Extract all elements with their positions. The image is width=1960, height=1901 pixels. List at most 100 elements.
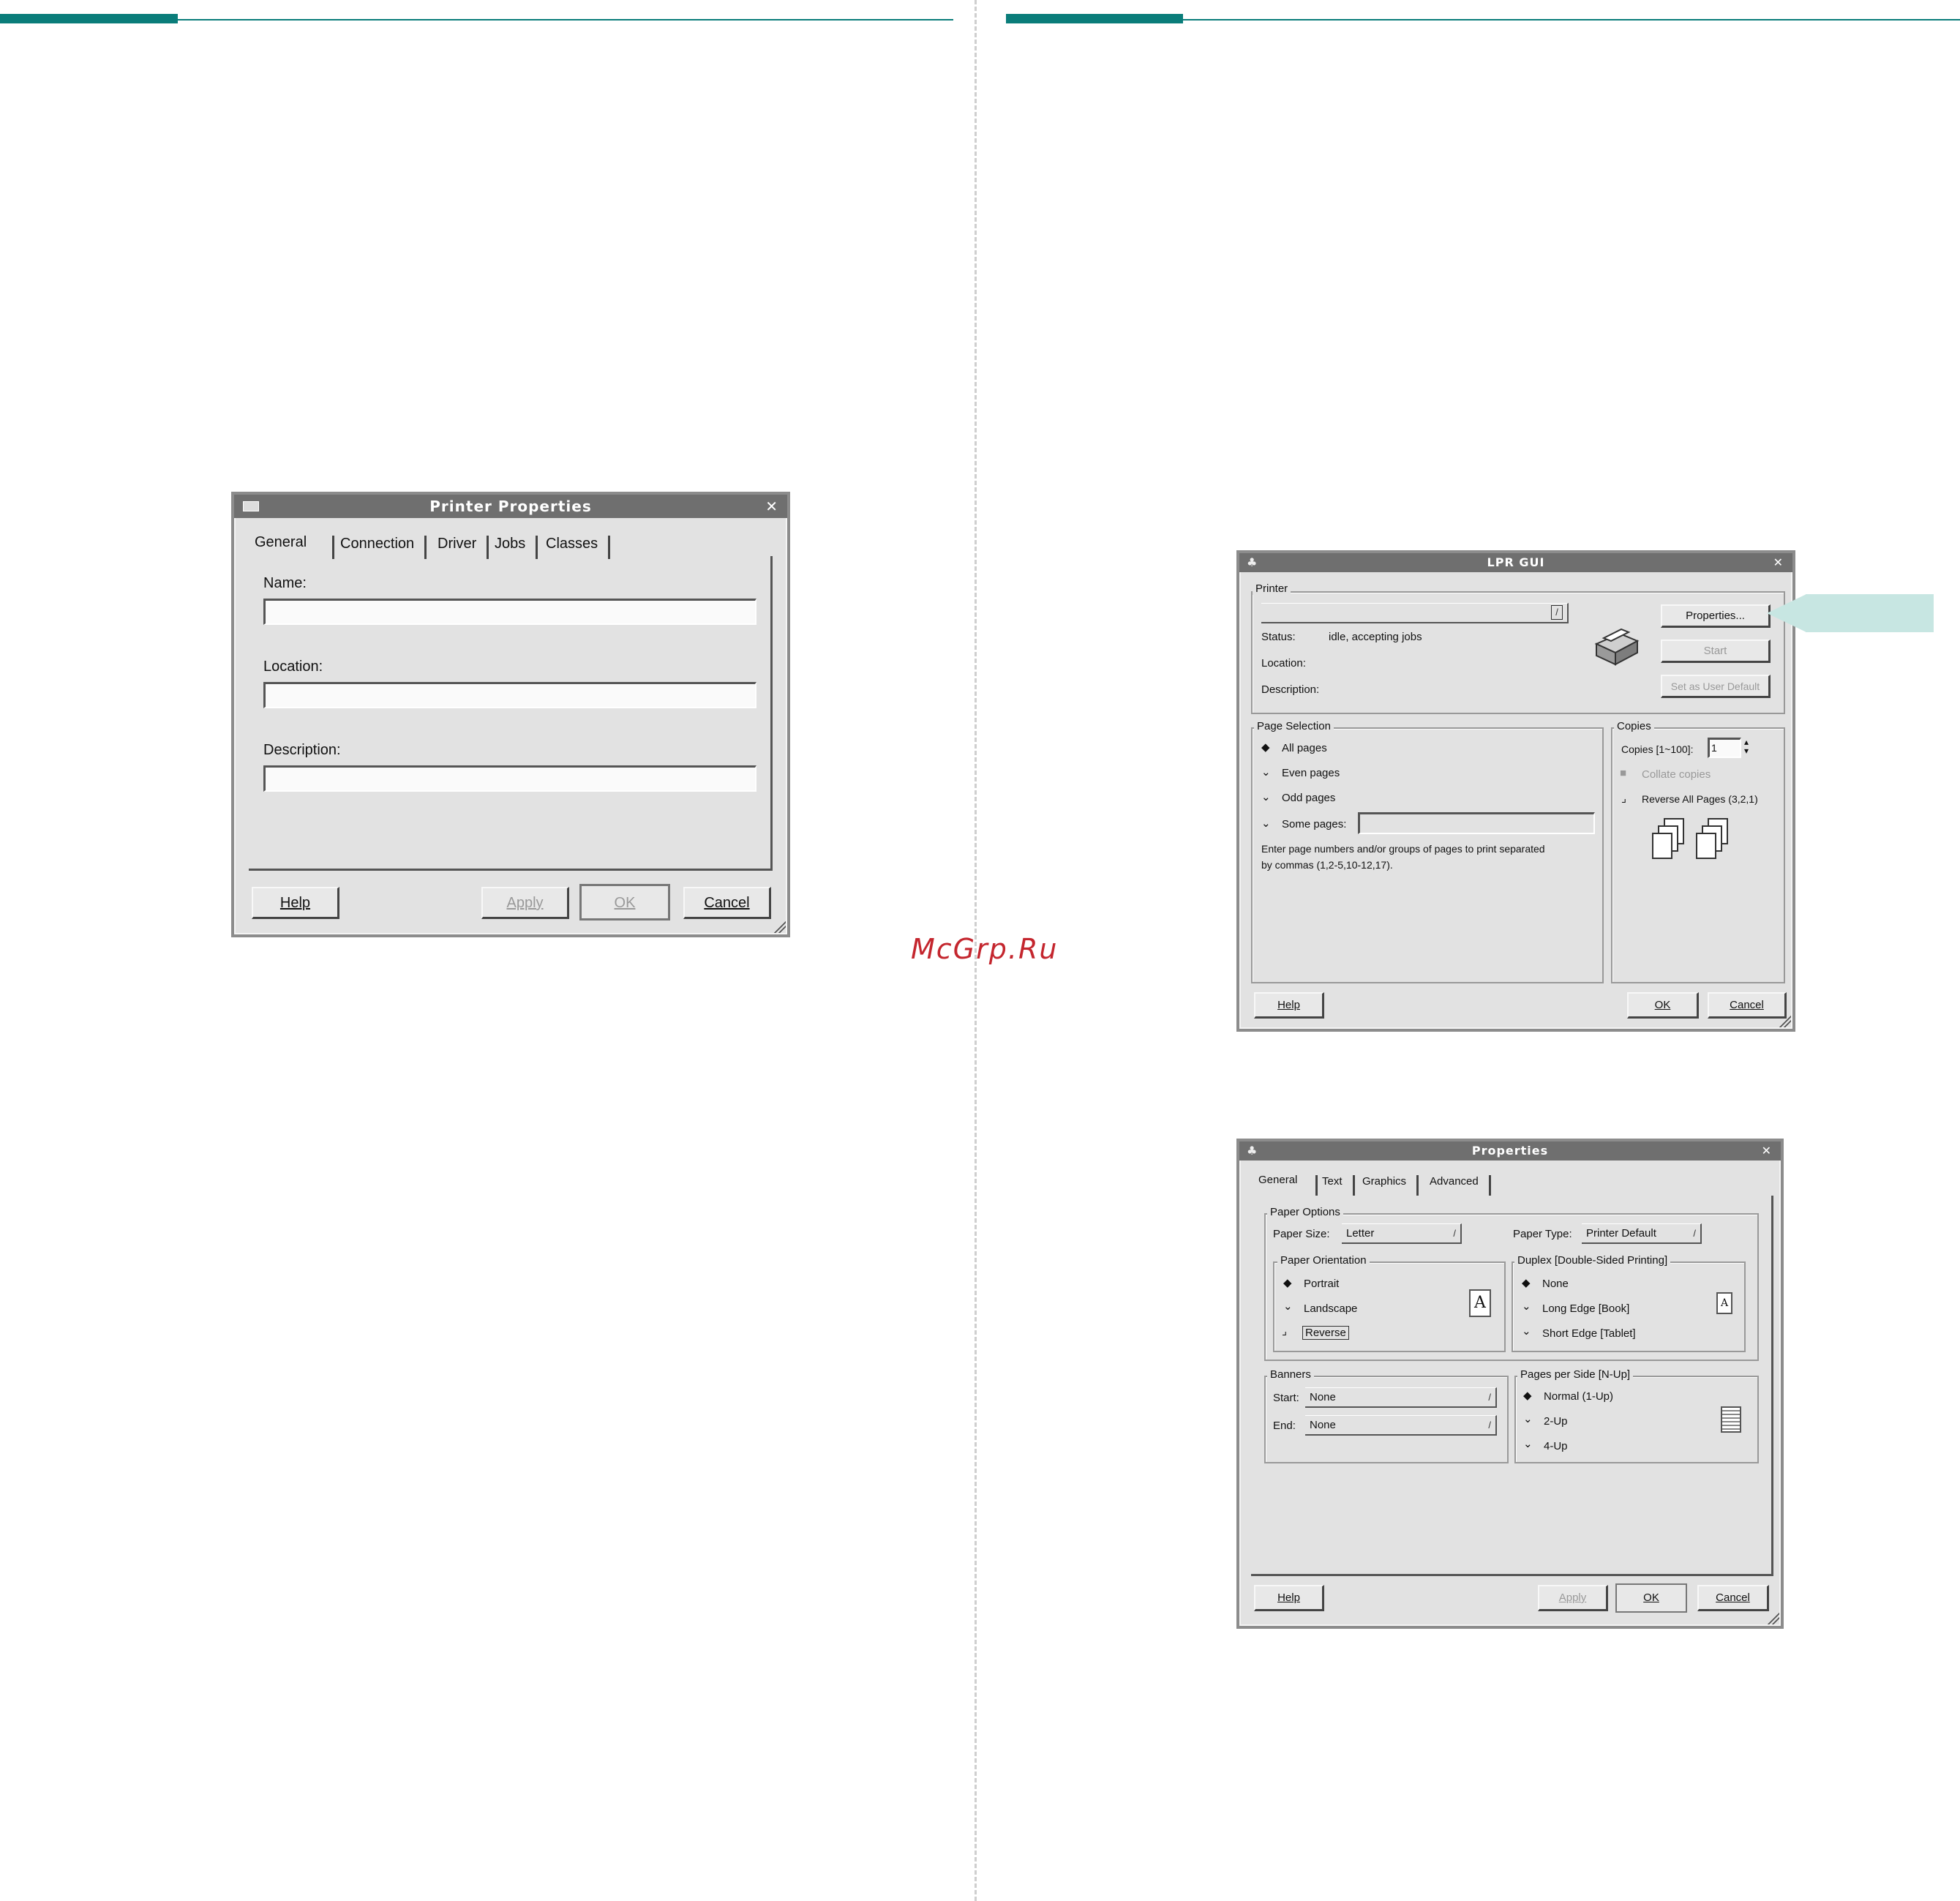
copies-label: Copies [1~100]: xyxy=(1621,743,1694,755)
tab-advanced-label: Advanced xyxy=(1430,1175,1479,1188)
help-button[interactable]: Help xyxy=(1254,1585,1324,1611)
tab-general[interactable]: General xyxy=(1258,1174,1307,1186)
ok-button[interactable]: OK xyxy=(579,884,670,920)
ok-button[interactable]: OK xyxy=(1615,1583,1687,1613)
description-label: Description: xyxy=(1261,683,1320,696)
some-pages-field[interactable] xyxy=(1358,812,1595,834)
header-accent-left xyxy=(0,14,178,23)
nup-page-icon xyxy=(1721,1406,1741,1433)
help-button-label: Help xyxy=(1277,1591,1300,1604)
cancel-button[interactable]: Cancel xyxy=(683,887,771,919)
collate-checkbox-icon[interactable]: ■ xyxy=(1620,767,1626,779)
close-icon[interactable]: ✕ xyxy=(1773,553,1784,572)
even-pages-radio-icon[interactable]: ⌄ xyxy=(1261,765,1271,779)
start-label: Start: xyxy=(1273,1392,1299,1404)
tab-graphics[interactable]: Graphics xyxy=(1358,1175,1419,1196)
copies-spinner[interactable]: 1 xyxy=(1708,738,1741,758)
ok-button-label: OK xyxy=(1643,1591,1659,1604)
cancel-button[interactable]: Cancel xyxy=(1697,1585,1769,1611)
help-button-label: Help xyxy=(1277,999,1300,1011)
resize-grip-icon[interactable] xyxy=(1766,1611,1779,1624)
window-menu-icon[interactable] xyxy=(243,501,259,511)
reverse-label: Reverse All Pages (3,2,1) xyxy=(1642,793,1758,805)
copies-value: 1 xyxy=(1711,742,1717,754)
banner-end-select[interactable]: None / xyxy=(1305,1415,1497,1436)
tab-bar: General Connection Driver Jobs Classes xyxy=(244,530,771,559)
location-label: Location: xyxy=(263,659,323,675)
page-selection-group xyxy=(1251,727,1604,983)
cancel-button[interactable]: Cancel xyxy=(1708,992,1787,1019)
start-button[interactable]: Start xyxy=(1661,640,1771,663)
properties-button[interactable]: Properties... xyxy=(1661,604,1771,628)
properties-window: ♣ Properties ✕ General Text Graphics Adv… xyxy=(1236,1139,1784,1629)
paper-type-select[interactable]: Printer Default / xyxy=(1582,1223,1702,1244)
apply-button[interactable]: Apply xyxy=(481,887,569,919)
tab-general[interactable]: General xyxy=(255,534,317,551)
printer-icon xyxy=(1594,628,1640,666)
duplex-none-label: None xyxy=(1542,1278,1569,1290)
help-button[interactable]: Help xyxy=(1254,992,1324,1019)
printer-select[interactable]: / xyxy=(1261,603,1569,623)
two-up-radio-icon[interactable]: ⌄ xyxy=(1523,1412,1533,1425)
tab-text[interactable]: Text xyxy=(1315,1175,1355,1196)
title-bar: Printer Properties ✕ xyxy=(234,495,787,518)
reverse-label: Reverse xyxy=(1302,1326,1349,1340)
ok-button[interactable]: OK xyxy=(1627,992,1699,1019)
combo-arrow-icon: / xyxy=(1693,1228,1696,1239)
status-label: Status: xyxy=(1261,631,1296,643)
header-rule-left xyxy=(178,19,953,20)
combo-arrow-icon: / xyxy=(1488,1420,1491,1431)
portrait-page-letter: A xyxy=(1474,1294,1486,1312)
paper-size-select[interactable]: Letter / xyxy=(1342,1223,1462,1244)
combo-arrow-icon: / xyxy=(1488,1392,1491,1403)
location-label: Location: xyxy=(1261,657,1306,670)
combo-arrow-icon: / xyxy=(1453,1228,1456,1239)
spin-arrow-icon[interactable]: ▴ ▾ xyxy=(1744,738,1749,755)
window-title: Properties xyxy=(1471,1144,1549,1158)
collate-label: Collate copies xyxy=(1642,768,1711,781)
some-pages-radio-icon[interactable]: ⌄ xyxy=(1261,817,1271,830)
help-button-label: Help xyxy=(279,895,311,911)
help-button[interactable]: Help xyxy=(252,887,339,919)
duplex-group-label: Duplex [Double-Sided Printing] xyxy=(1514,1254,1671,1267)
lpr-gui-window: ♣ LPR GUI ✕ Printer / Status: idle, acce… xyxy=(1236,550,1795,1032)
banners-group-label: Banners xyxy=(1267,1368,1314,1381)
reverse-checkbox-icon[interactable]: ⌟ xyxy=(1621,792,1626,805)
apply-button[interactable]: Apply xyxy=(1538,1585,1608,1611)
short-edge-radio-icon[interactable]: ⌄ xyxy=(1522,1324,1531,1338)
all-pages-radio-icon[interactable]: ◆ xyxy=(1261,740,1270,754)
tab-advanced[interactable]: Advanced xyxy=(1425,1175,1491,1196)
two-up-label: 2-Up xyxy=(1544,1415,1568,1428)
title-bar: ♣ Properties ✕ xyxy=(1239,1141,1781,1161)
duplex-page-icon: A xyxy=(1716,1292,1732,1314)
long-edge-radio-icon[interactable]: ⌄ xyxy=(1522,1300,1531,1313)
close-icon[interactable]: ✕ xyxy=(765,495,778,518)
status-value: idle, accepting jobs xyxy=(1329,631,1422,643)
location-field[interactable] xyxy=(263,682,756,708)
tab-graphics-label: Graphics xyxy=(1362,1175,1407,1188)
tab-driver-label: Driver xyxy=(438,536,477,552)
page-stack-icon xyxy=(1652,833,1672,859)
duplex-none-radio-icon[interactable]: ◆ xyxy=(1522,1276,1531,1289)
name-field[interactable] xyxy=(263,599,756,625)
set-default-button[interactable]: Set as User Default xyxy=(1661,675,1771,698)
window-menu-icon[interactable]: ♣ xyxy=(1247,553,1258,572)
tab-jobs-label: Jobs xyxy=(495,536,526,552)
reverse-checkbox-icon[interactable]: ⌟ xyxy=(1282,1324,1287,1338)
resize-grip-icon[interactable] xyxy=(773,920,786,933)
odd-pages-radio-icon[interactable]: ⌄ xyxy=(1261,790,1271,803)
header-rule-right xyxy=(1183,19,1960,20)
window-menu-icon[interactable]: ♣ xyxy=(1247,1141,1258,1161)
close-icon[interactable]: ✕ xyxy=(1762,1141,1772,1161)
description-field[interactable] xyxy=(263,765,756,792)
short-edge-label: Short Edge [Tablet] xyxy=(1542,1327,1636,1340)
normal-radio-icon[interactable]: ◆ xyxy=(1523,1389,1532,1402)
resize-grip-icon[interactable] xyxy=(1778,1014,1791,1027)
banner-end-value: None xyxy=(1310,1419,1336,1431)
portrait-radio-icon[interactable]: ◆ xyxy=(1283,1276,1292,1289)
combo-arrow-icon: / xyxy=(1551,605,1563,620)
paper-options-group-label: Paper Options xyxy=(1267,1206,1343,1218)
banner-start-select[interactable]: None / xyxy=(1305,1387,1497,1408)
four-up-radio-icon[interactable]: ⌄ xyxy=(1523,1437,1533,1450)
landscape-radio-icon[interactable]: ⌄ xyxy=(1283,1300,1293,1313)
